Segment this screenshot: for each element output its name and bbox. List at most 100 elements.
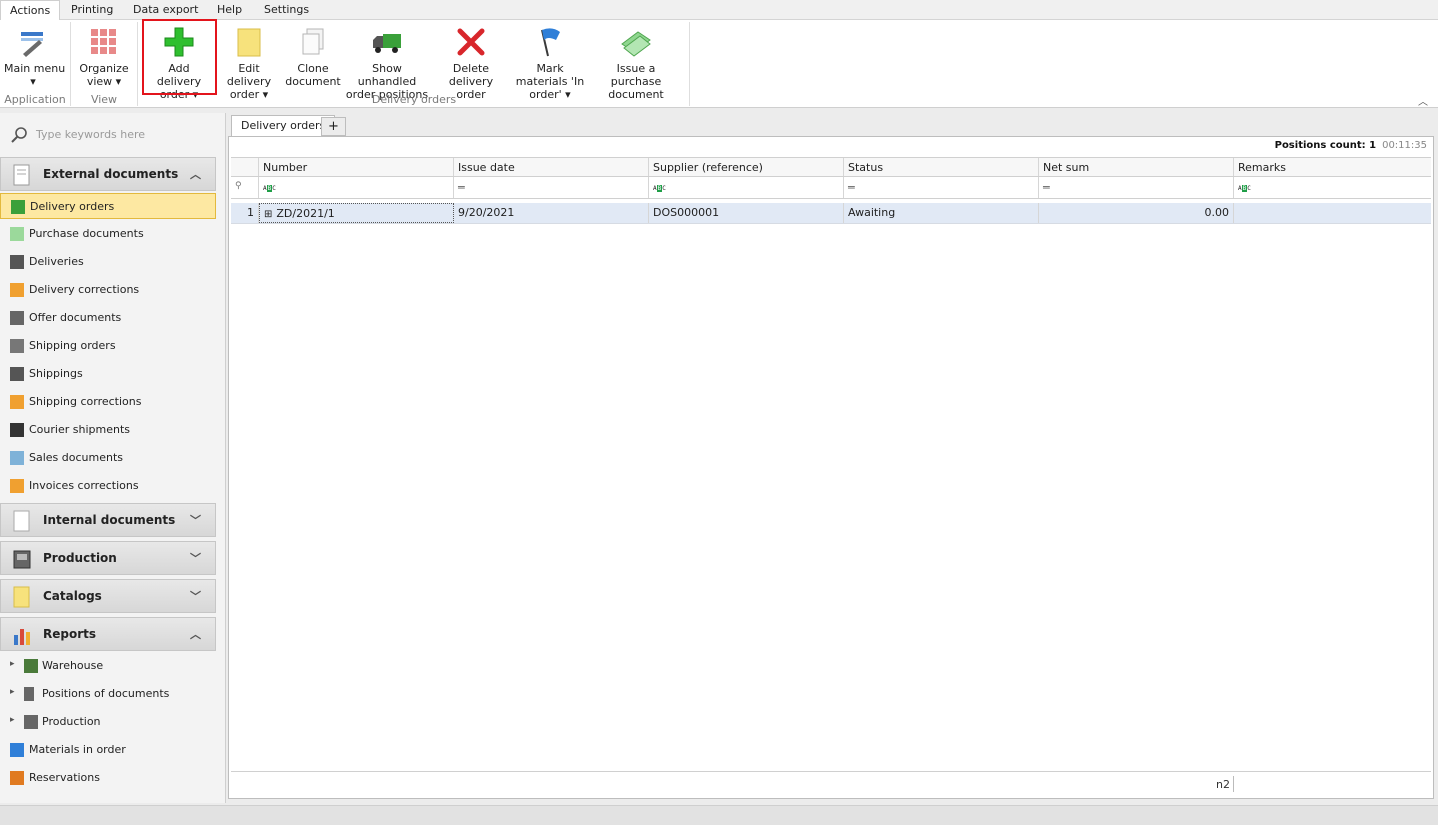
- column-header-status[interactable]: Status: [844, 158, 1039, 176]
- document-icon: [13, 510, 30, 532]
- airplane-icon: [10, 423, 24, 437]
- equals-filter-icon: ═: [1043, 181, 1050, 194]
- equals-filter-icon: ═: [848, 181, 855, 194]
- clone-document-label: Clone document: [285, 62, 341, 88]
- sidebar-item-shippings[interactable]: Shippings: [0, 361, 216, 387]
- flag-icon: [541, 28, 560, 57]
- add-tab-button[interactable]: +: [321, 117, 346, 136]
- pencil-icon: [10, 283, 24, 297]
- filter-row: ⚲ ABC ═ ABC ═ ═ ABC: [231, 177, 1431, 199]
- delete-delivery-order-button[interactable]: Delete delivery order: [434, 24, 508, 101]
- sidebar-item-reservations[interactable]: Reservations: [0, 765, 216, 791]
- sidebar-item-purchase-documents[interactable]: Purchase documents: [0, 221, 216, 247]
- search-input[interactable]: Type keywords here: [10, 126, 210, 144]
- sidebar-item-positions-of-documents[interactable]: ▸ Positions of documents: [0, 681, 216, 707]
- filter-remarks[interactable]: ABC: [1234, 177, 1431, 198]
- text-filter-icon: ABC: [653, 185, 666, 192]
- text-filter-icon: ABC: [1238, 185, 1251, 192]
- filter-status[interactable]: ═: [844, 177, 1039, 198]
- cell-status[interactable]: Awaiting: [844, 203, 1039, 223]
- list-icon: [10, 311, 24, 325]
- group-external-documents[interactable]: External documents ︿: [0, 157, 216, 191]
- group-label-application: Application: [4, 93, 66, 106]
- expand-arrow-icon[interactable]: ▸: [10, 659, 15, 669]
- row-index: 1: [231, 203, 259, 223]
- chevron-down-icon: ﹀: [190, 552, 201, 565]
- group-reports[interactable]: Reports ︿: [0, 617, 216, 651]
- menu-tab-help[interactable]: Help: [208, 0, 251, 20]
- main-menu-label: Main menu: [4, 62, 66, 75]
- sidebar-item-delivery-corrections[interactable]: Delivery corrections: [0, 277, 216, 303]
- cell-remarks[interactable]: [1234, 203, 1431, 223]
- sidebar-item-invoices-corrections[interactable]: Invoices corrections: [0, 473, 216, 499]
- column-header-remarks[interactable]: Remarks: [1234, 158, 1431, 176]
- sidebar-item-materials-in-order[interactable]: Materials in order: [0, 737, 216, 763]
- sidebar-item-production[interactable]: ▸ Production: [0, 709, 216, 735]
- group-catalogs[interactable]: Catalogs ﹀: [0, 579, 216, 613]
- group-production[interactable]: Production ﹀: [0, 541, 216, 575]
- sidebar-item-warehouse[interactable]: ▸ Warehouse: [0, 653, 216, 679]
- search-icon: [11, 127, 27, 143]
- sidebar-item-offer-documents[interactable]: Offer documents: [0, 305, 216, 331]
- column-header-supplier[interactable]: Supplier (reference): [649, 158, 844, 176]
- filter-pin-icon[interactable]: ⚲: [231, 177, 259, 198]
- note-icon: [237, 28, 261, 57]
- pencil-icon: [10, 395, 24, 409]
- cell-net-sum[interactable]: 0.00: [1039, 203, 1234, 223]
- menu-tab-settings[interactable]: Settings: [255, 0, 318, 20]
- group-label-view: View: [90, 93, 118, 106]
- column-header-net-sum[interactable]: Net sum: [1039, 158, 1234, 176]
- search-placeholder: Type keywords here: [36, 128, 146, 141]
- group-label-delivery-orders: Delivery orders: [371, 93, 457, 106]
- money-icon: [10, 451, 24, 465]
- sidebar-item-deliveries[interactable]: Deliveries: [0, 249, 216, 275]
- collapse-ribbon-icon[interactable]: ︿: [1418, 93, 1428, 108]
- cell-number[interactable]: ⊞ ZD/2021/1: [259, 203, 454, 223]
- menu-tab-printing[interactable]: Printing: [62, 0, 122, 20]
- cell-issue-date[interactable]: 9/20/2021: [454, 203, 649, 223]
- filter-supplier[interactable]: ABC: [649, 177, 844, 198]
- main-menu-button[interactable]: Main menu ▾: [4, 24, 66, 90]
- expand-arrow-icon[interactable]: ▸: [10, 715, 15, 725]
- ribbon-separator: [137, 22, 138, 106]
- tag-icon: [10, 771, 24, 785]
- column-header-number[interactable]: Number: [259, 158, 454, 176]
- filter-net-sum[interactable]: ═: [1039, 177, 1234, 198]
- filter-issue-date[interactable]: ═: [454, 177, 649, 198]
- main-menu-icon: [21, 32, 43, 57]
- money-icon: [10, 227, 24, 241]
- issue-purchase-button[interactable]: Issue a purchase document: [592, 24, 680, 101]
- positions-count: Positions count: 1 00:11:35: [1275, 140, 1427, 151]
- sidebar-item-shipping-corrections[interactable]: Shipping corrections: [0, 389, 216, 415]
- expand-row-icon[interactable]: ⊞: [264, 209, 272, 220]
- organize-view-button[interactable]: Organize view ▾: [76, 24, 132, 90]
- sidebar: Type keywords here External documents ︿ …: [0, 113, 226, 803]
- elapsed-time: 00:11:35: [1382, 140, 1427, 151]
- chevron-up-icon: ︿: [190, 628, 201, 641]
- menu-tab-data-export[interactable]: Data export: [124, 0, 207, 20]
- grid-footer: n2: [231, 771, 1431, 795]
- mark-materials-button[interactable]: Mark materials 'In order' ▾: [512, 24, 588, 101]
- sidebar-item-sales-documents[interactable]: Sales documents: [0, 445, 216, 471]
- filter-number[interactable]: ABC: [259, 177, 454, 198]
- tab-delivery-orders[interactable]: Delivery orders: [231, 115, 336, 137]
- copy-icon: [302, 28, 324, 55]
- group-internal-documents[interactable]: Internal documents ﹀: [0, 503, 216, 537]
- sidebar-item-courier-shipments[interactable]: Courier shipments: [0, 417, 216, 443]
- cell-supplier[interactable]: DOS000001: [649, 203, 844, 223]
- status-bar: [0, 805, 1438, 825]
- edit-delivery-order-button[interactable]: Edit delivery order ▾: [217, 24, 281, 101]
- delete-icon: [457, 28, 485, 56]
- show-unhandled-button[interactable]: Show unhandled order positions: [344, 24, 430, 101]
- cart-icon: [10, 367, 24, 381]
- sidebar-item-shipping-orders[interactable]: Shipping orders: [0, 333, 216, 359]
- clone-document-button[interactable]: Clone document: [284, 24, 342, 90]
- chevron-up-icon: ︿: [190, 168, 201, 181]
- menu-tab-actions[interactable]: Actions: [0, 0, 61, 21]
- table-row[interactable]: 1 ⊞ ZD/2021/1 9/20/2021 DOS000001 Awaitin…: [231, 203, 1431, 224]
- column-header-issue-date[interactable]: Issue date: [454, 158, 649, 176]
- ribbon-separator: [689, 22, 690, 106]
- cart-icon: [10, 339, 24, 353]
- sidebar-item-delivery-orders[interactable]: Delivery orders: [0, 193, 216, 219]
- expand-arrow-icon[interactable]: ▸: [10, 687, 15, 697]
